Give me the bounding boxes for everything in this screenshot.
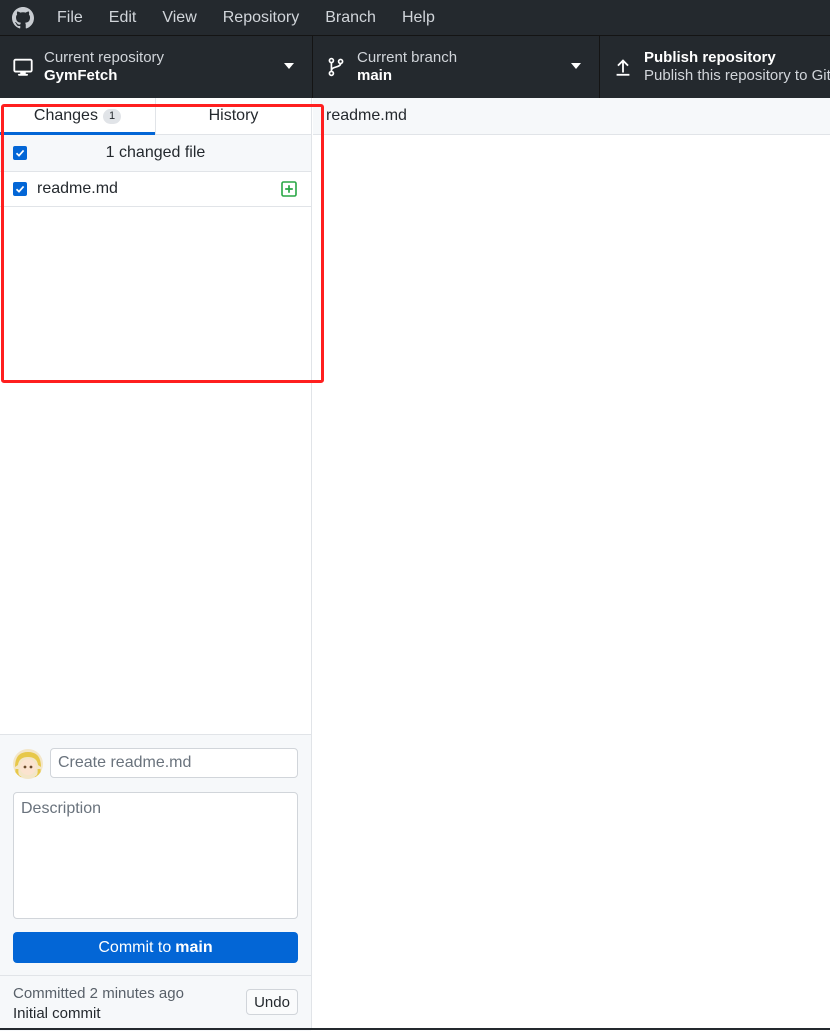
user-avatar	[13, 749, 43, 779]
changes-count-badge: 1	[102, 108, 122, 124]
current-branch-label: Current branch	[357, 49, 458, 66]
menu-edit[interactable]: Edit	[96, 0, 150, 35]
sidebar-tabs: Changes 1 History	[0, 98, 311, 135]
desktop-icon	[13, 58, 33, 76]
current-repository-label: Current repository	[44, 49, 165, 66]
current-branch-name: main	[357, 67, 393, 84]
checkmark-icon	[15, 185, 25, 193]
chevron-down-icon	[284, 63, 294, 69]
diff-file-path: readme.md	[326, 107, 407, 124]
tab-history-label: History	[208, 107, 259, 124]
diff-header: readme.md	[313, 98, 830, 135]
menu-bar: File Edit View Repository Branch Help	[0, 0, 830, 35]
tab-changes[interactable]: Changes 1	[0, 98, 156, 135]
tab-changes-label: Changes	[33, 107, 98, 124]
current-branch-button[interactable]: Current branch main	[313, 36, 600, 98]
github-logo-icon	[12, 6, 34, 28]
commit-button[interactable]: Commit to main	[13, 932, 298, 963]
publish-repository-button[interactable]: Publish repository Publish this reposito…	[600, 36, 830, 98]
commit-description-input[interactable]	[13, 792, 298, 919]
last-commit-panel: Committed 2 minutes ago Initial commit U…	[0, 975, 311, 1031]
menu-help[interactable]: Help	[389, 0, 448, 35]
menu-view[interactable]: View	[149, 0, 209, 35]
last-commit-message: Initial commit	[13, 1005, 101, 1022]
commit-button-label: Commit to	[98, 938, 172, 956]
avatar-image	[13, 749, 43, 779]
chevron-down-icon	[571, 63, 581, 69]
last-commit-time: Committed 2 minutes ago	[13, 985, 184, 1002]
commit-summary-input[interactable]	[50, 748, 298, 778]
menu-branch[interactable]: Branch	[312, 0, 389, 35]
publish-repository-title: Publish repository	[644, 49, 776, 66]
upload-icon	[616, 59, 630, 76]
tab-history[interactable]: History	[156, 98, 311, 134]
current-repository-name: GymFetch	[44, 67, 118, 84]
commit-message-area: Commit to main	[0, 734, 311, 976]
file-added-icon	[281, 180, 297, 197]
diff-panel: readme.md	[313, 98, 830, 1030]
menu-repository[interactable]: Repository	[210, 0, 312, 35]
select-all-checkbox[interactable]	[13, 146, 27, 160]
commit-button-branch: main	[175, 938, 213, 956]
changes-list-header: 1 changed file	[0, 135, 311, 172]
file-name: readme.md	[37, 179, 118, 197]
file-list-item[interactable]: readme.md	[0, 171, 311, 207]
undo-button[interactable]: Undo	[246, 989, 298, 1015]
menu-file[interactable]: File	[44, 0, 96, 35]
checkmark-icon	[15, 149, 25, 157]
publish-repository-description: Publish this repository to GitHub	[644, 67, 830, 84]
changed-files-count: 1 changed file	[105, 144, 206, 161]
git-branch-icon	[328, 57, 344, 77]
changes-sidebar: Changes 1 History 1 changed file readme.…	[0, 98, 312, 1031]
file-include-checkbox[interactable]	[13, 181, 27, 196]
current-repository-button[interactable]: Current repository GymFetch	[0, 36, 313, 98]
toolbar: Current repository GymFetch Current bran…	[0, 35, 830, 98]
